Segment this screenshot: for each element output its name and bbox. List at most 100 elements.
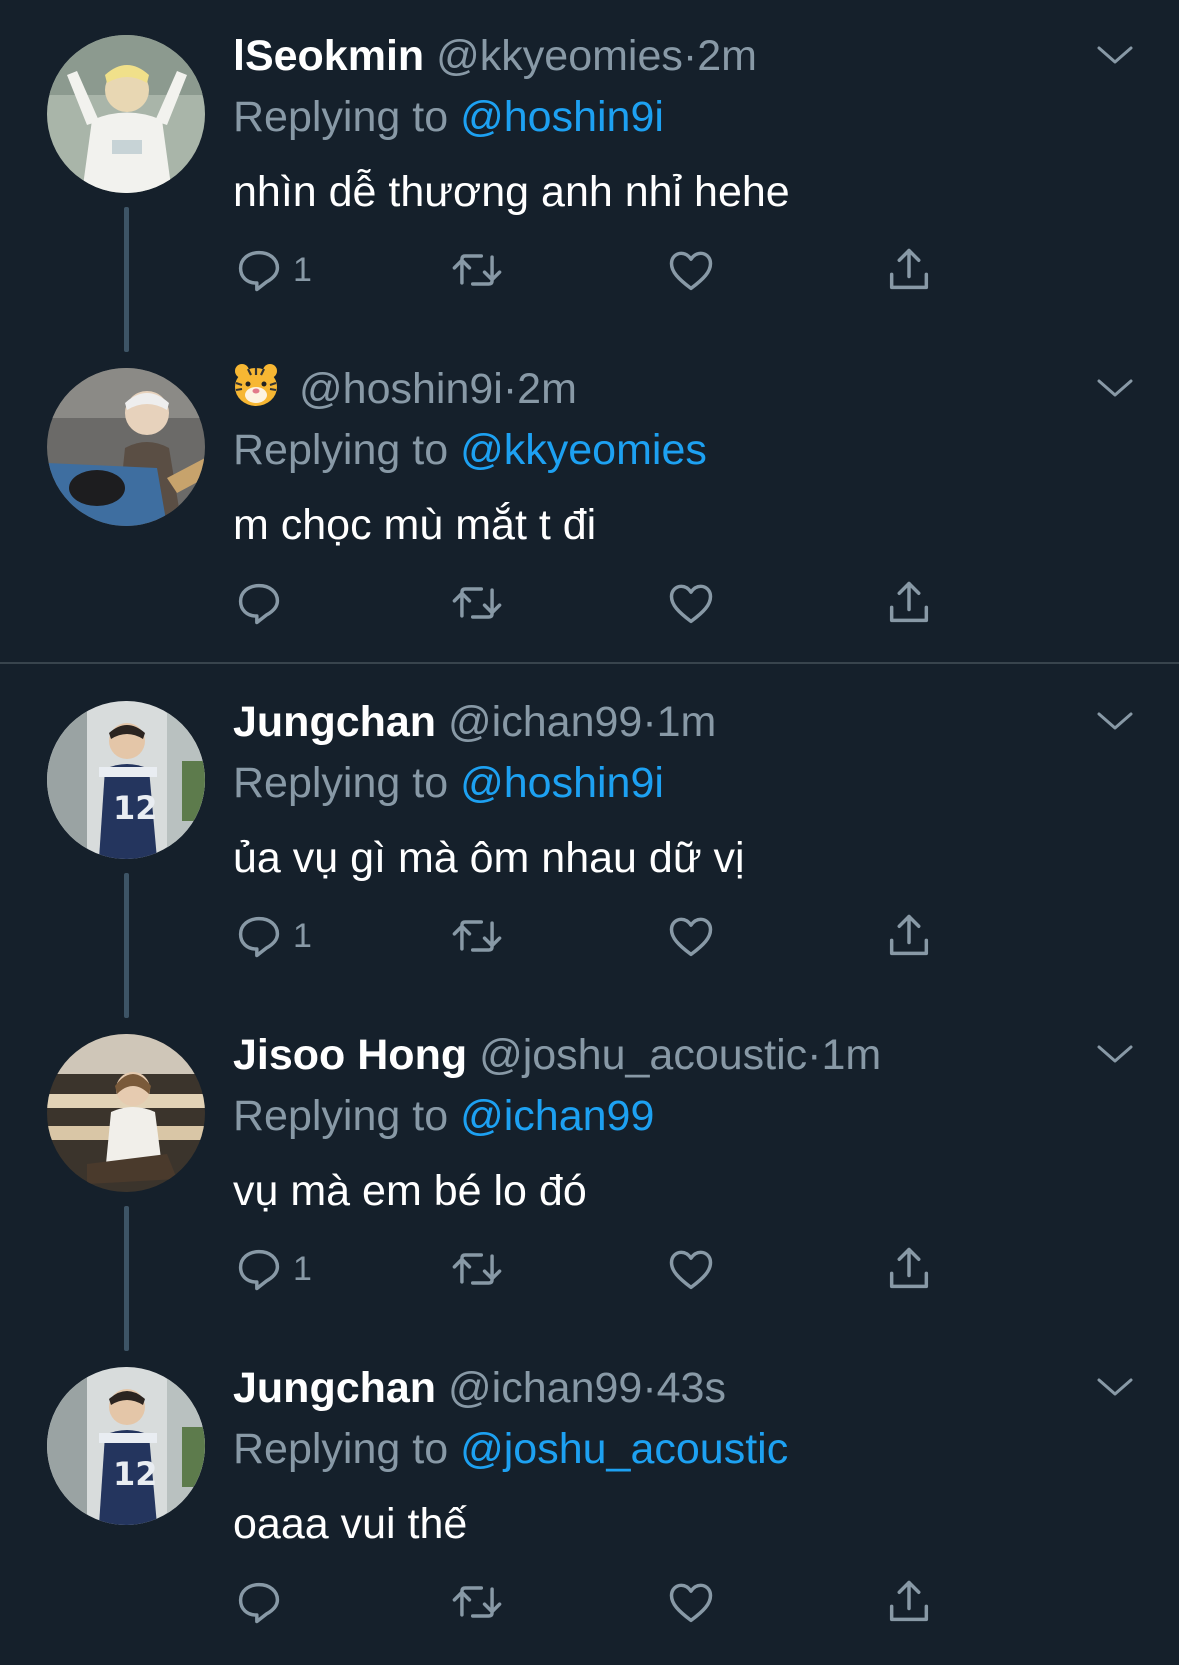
heart-icon xyxy=(665,244,717,296)
handle[interactable]: @ichan99 xyxy=(448,1364,642,1412)
action-bar: 1 xyxy=(233,906,953,966)
mention-link[interactable]: @joshu_acoustic xyxy=(460,1425,788,1473)
reply-icon xyxy=(233,1243,285,1295)
reply-button[interactable]: 1 xyxy=(233,906,312,966)
tweet-text: ủa vụ gì mà ôm nhau dữ vị xyxy=(233,834,745,882)
avatar[interactable] xyxy=(47,1034,205,1192)
tweet-text: nhìn dễ thương anh nhỉ hehe xyxy=(233,168,790,216)
tweet-text: vụ mà em bé lo đó xyxy=(233,1167,587,1215)
tweet-header: Jisoo Hong @joshu_acoustic·1m xyxy=(233,1027,881,1083)
share-button[interactable] xyxy=(883,906,935,966)
timestamp[interactable]: 2m xyxy=(517,365,577,413)
replying-prefix: Replying to xyxy=(233,1092,449,1140)
action-bar xyxy=(233,573,953,633)
display-name[interactable]: Jungchan xyxy=(233,698,436,746)
chevron-down-icon[interactable] xyxy=(1090,1039,1140,1069)
avatar[interactable] xyxy=(47,368,205,526)
share-icon xyxy=(883,244,935,296)
retweet-icon xyxy=(449,1576,505,1628)
svg-text:12: 12 xyxy=(113,1455,158,1493)
reply-button[interactable]: 1 xyxy=(233,240,312,300)
reply-button[interactable]: 1 xyxy=(233,1239,312,1299)
tweet-header: lSeokmin @kkyeomies·2m xyxy=(233,28,757,84)
replying-to: Replying to @kkyeomies xyxy=(233,422,707,478)
tweet-header: 🐯@hoshin9i·2m xyxy=(233,361,577,417)
handle[interactable]: @kkyeomies xyxy=(436,32,683,80)
reply-button[interactable] xyxy=(233,573,293,633)
display-name[interactable]: Jungchan xyxy=(233,1364,436,1412)
mention-link[interactable]: @hoshin9i xyxy=(460,93,664,141)
display-name[interactable]: lSeokmin xyxy=(233,32,424,80)
tweet-text: m chọc mù mắt t đi xyxy=(233,501,597,549)
replying-to: Replying to @joshu_acoustic xyxy=(233,1421,788,1477)
tweet[interactable]: lSeokmin @kkyeomies·2m Replying to @hosh… xyxy=(0,0,1179,352)
thread-line xyxy=(124,207,129,352)
thread-line xyxy=(124,1206,129,1351)
action-bar: 1 xyxy=(233,1239,953,1299)
conversation-divider xyxy=(0,662,1179,664)
chevron-down-icon[interactable] xyxy=(1090,1372,1140,1402)
retweet-icon xyxy=(449,244,505,296)
reply-button[interactable] xyxy=(233,1572,293,1632)
mention-link[interactable]: @hoshin9i xyxy=(460,759,664,807)
retweet-button[interactable] xyxy=(449,906,505,966)
like-button[interactable] xyxy=(665,240,717,300)
heart-icon xyxy=(665,1243,717,1295)
replying-prefix: Replying to xyxy=(233,1425,449,1473)
replying-prefix: Replying to xyxy=(233,759,449,807)
tiger-emoji-name[interactable]: 🐯 xyxy=(233,363,279,421)
chevron-down-icon[interactable] xyxy=(1090,706,1140,736)
reply-icon xyxy=(233,577,285,629)
timestamp[interactable]: 43s xyxy=(657,1364,726,1412)
tweet[interactable]: 12 Jungchan @ichan99·43s Replying to @jo… xyxy=(0,1332,1179,1665)
timestamp[interactable]: 2m xyxy=(697,32,757,80)
avatar[interactable] xyxy=(47,35,205,193)
reply-count: 1 xyxy=(293,1249,312,1288)
replying-to: Replying to @hoshin9i xyxy=(233,89,664,145)
tweet[interactable]: 🐯@hoshin9i·2m Replying to @kkyeomies m c… xyxy=(0,333,1179,666)
timestamp[interactable]: 1m xyxy=(822,1031,882,1079)
share-icon xyxy=(883,1576,935,1628)
like-button[interactable] xyxy=(665,1239,717,1299)
retweet-button[interactable] xyxy=(449,573,505,633)
like-button[interactable] xyxy=(665,1572,717,1632)
share-button[interactable] xyxy=(883,573,935,633)
retweet-button[interactable] xyxy=(449,240,505,300)
chevron-down-icon[interactable] xyxy=(1090,40,1140,70)
separator: · xyxy=(502,365,518,413)
handle[interactable]: @hoshin9i xyxy=(299,365,503,413)
replying-prefix: Replying to xyxy=(233,93,449,141)
mention-link[interactable]: @ichan99 xyxy=(460,1092,654,1140)
heart-icon xyxy=(665,577,717,629)
avatar[interactable]: 12 xyxy=(47,1367,205,1525)
separator: · xyxy=(642,698,657,746)
retweet-icon xyxy=(449,577,505,629)
retweet-button[interactable] xyxy=(449,1239,505,1299)
chevron-down-icon[interactable] xyxy=(1090,373,1140,403)
avatar[interactable]: 12 xyxy=(47,701,205,859)
retweet-button[interactable] xyxy=(449,1572,505,1632)
reply-icon xyxy=(233,244,285,296)
separator: · xyxy=(807,1031,822,1079)
share-button[interactable] xyxy=(883,240,935,300)
tweet[interactable]: Jisoo Hong @joshu_acoustic·1m Replying t… xyxy=(0,999,1179,1351)
share-icon xyxy=(883,577,935,629)
timestamp[interactable]: 1m xyxy=(657,698,717,746)
like-button[interactable] xyxy=(665,573,717,633)
share-button[interactable] xyxy=(883,1239,935,1299)
heart-icon xyxy=(665,910,717,962)
reply-count: 1 xyxy=(293,250,312,289)
tweet-header: Jungchan @ichan99·1m xyxy=(233,694,716,750)
handle[interactable]: @joshu_acoustic xyxy=(479,1031,807,1079)
like-button[interactable] xyxy=(665,906,717,966)
retweet-icon xyxy=(449,910,505,962)
separator: · xyxy=(642,1364,657,1412)
handle[interactable]: @ichan99 xyxy=(448,698,642,746)
replying-to: Replying to @ichan99 xyxy=(233,1088,654,1144)
mention-link[interactable]: @kkyeomies xyxy=(460,426,707,474)
display-name[interactable]: Jisoo Hong xyxy=(233,1031,467,1079)
tweet-header: Jungchan @ichan99·43s xyxy=(233,1360,726,1416)
replying-prefix: Replying to xyxy=(233,426,449,474)
share-button[interactable] xyxy=(883,1572,935,1632)
tweet[interactable]: 12 Jungchan @ichan99·1m Replying to @hos… xyxy=(0,666,1179,1018)
